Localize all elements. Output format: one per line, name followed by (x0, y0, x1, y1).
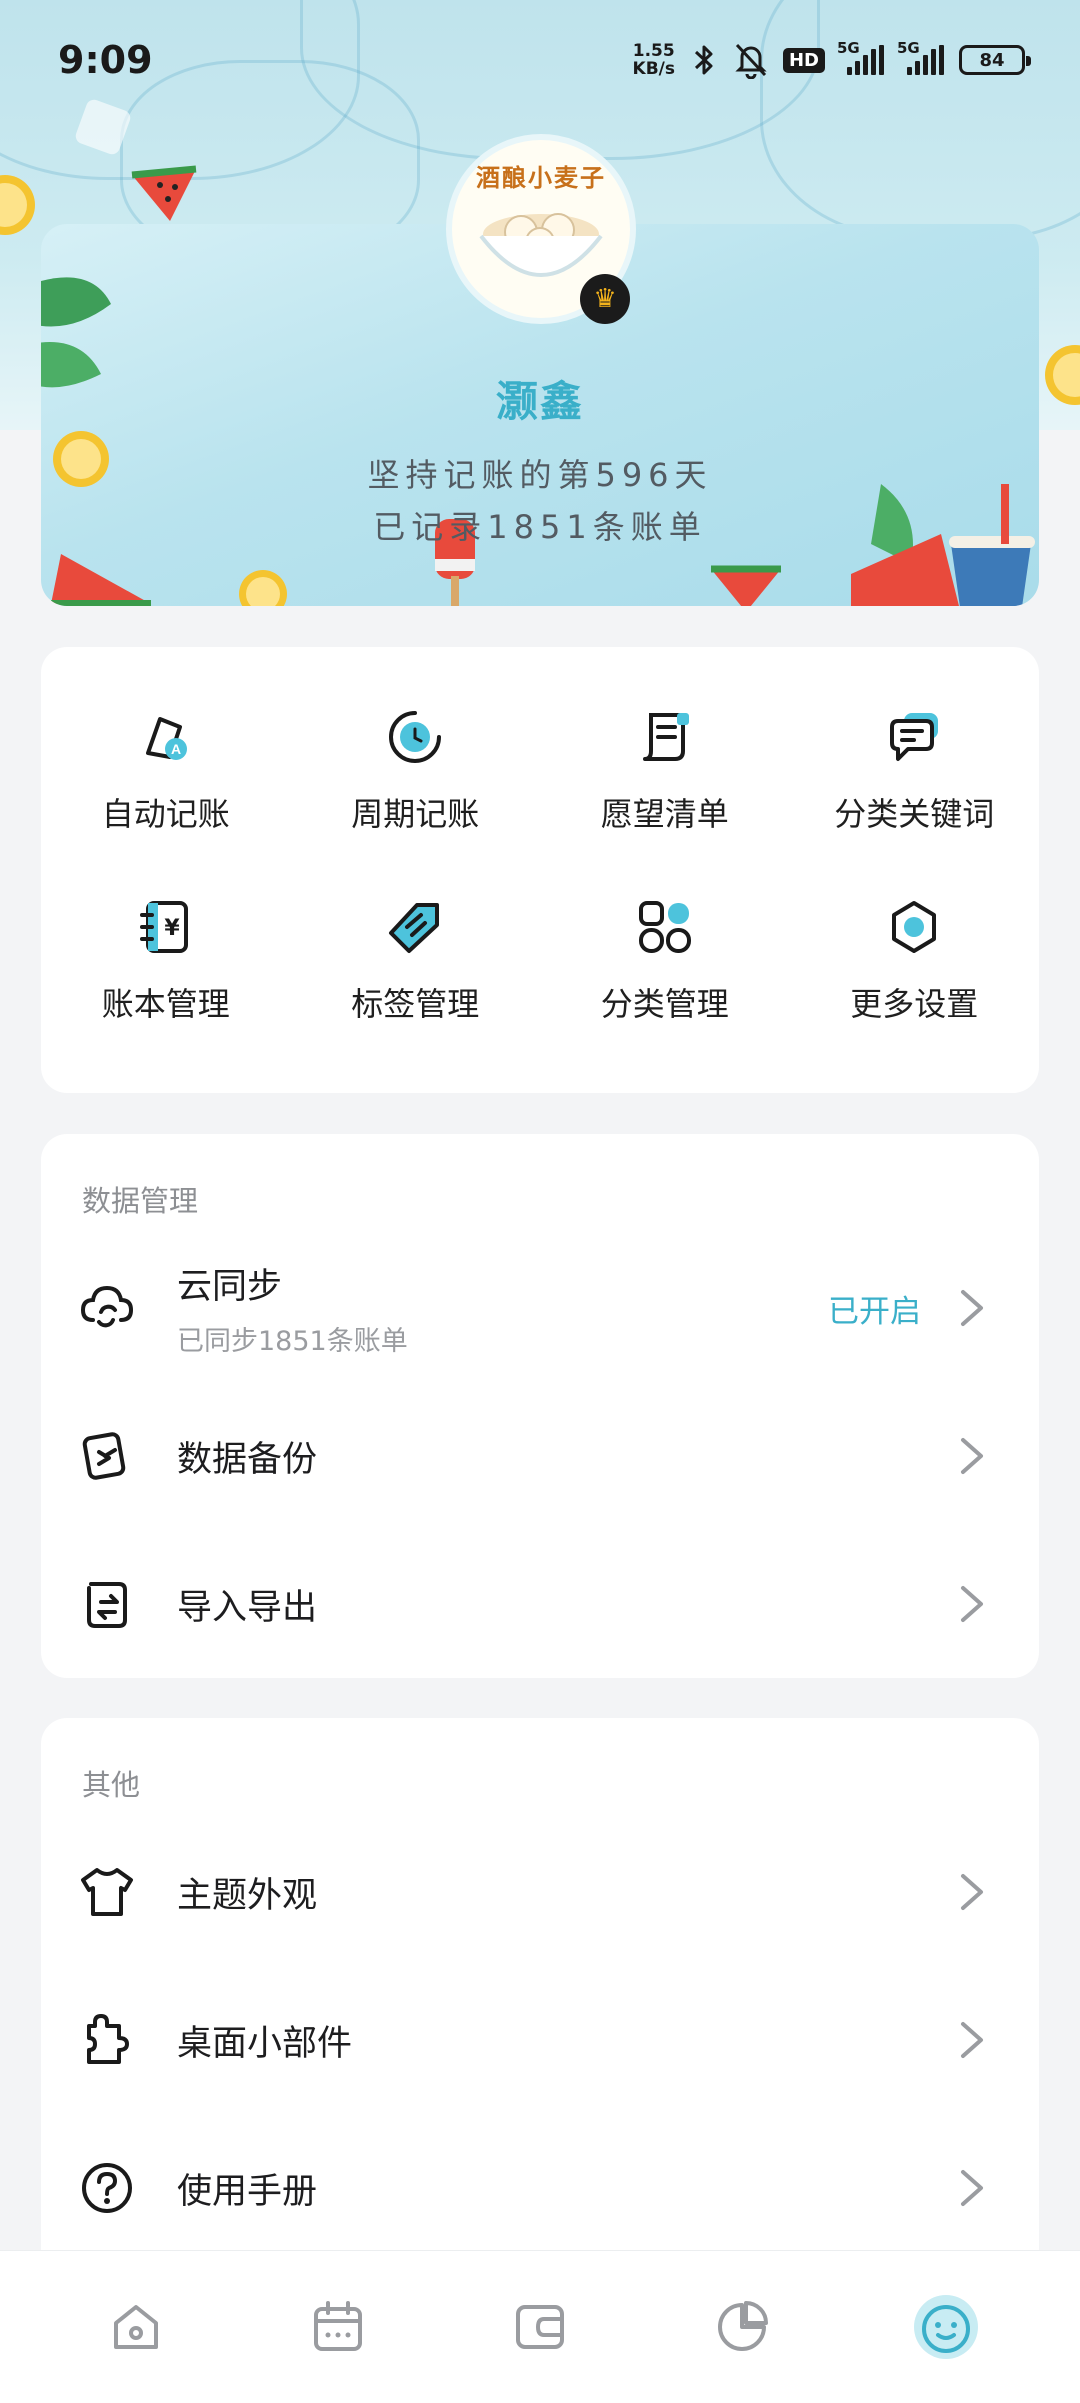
settings-icon (884, 897, 944, 957)
list-item-widget[interactable]: 桌面小部件 (41, 1966, 1039, 2114)
auto-record-icon: A (136, 707, 196, 767)
chevron-right-icon (961, 1438, 983, 1474)
cloud-sync-status: 已开启 (828, 1293, 921, 1330)
cloud-sync-title: 云同步 (177, 1267, 283, 1307)
pie-chart-icon (718, 2301, 768, 2351)
tag-icon (385, 897, 445, 957)
other-card: 其他 主题外观 桌面小部件 使用手册 (41, 1718, 1039, 2278)
svg-text:A: A (171, 741, 181, 757)
bluetooth-icon (694, 45, 713, 75)
crown-icon: ♛ (593, 284, 617, 314)
tshirt-icon (79, 1864, 135, 1920)
mute-bell-icon (735, 43, 767, 79)
backup-icon (79, 1428, 135, 1484)
nav-wallet[interactable] (500, 2287, 580, 2367)
hd-badge: HD (782, 47, 825, 73)
feature-grid: A 自动记账 周期记账 愿望清单 分类关键词 ¥ 账本管理 标签管理 分类管理 … (41, 707, 1039, 1025)
cloud-sync-subtitle: 已同步1851条账单 (177, 1326, 408, 1357)
periodic-record-icon (385, 707, 445, 767)
list-item-theme[interactable]: 主题外观 (41, 1818, 1039, 1966)
help-icon (79, 2160, 135, 2216)
chevron-right-icon (961, 1874, 983, 1910)
feature-tag-manage[interactable]: 标签管理 (291, 897, 541, 1025)
category-icon (635, 897, 695, 957)
lemon-decoration (239, 570, 287, 606)
signal-strength-icon: 5G (897, 39, 945, 75)
chevron-right-icon (961, 1290, 983, 1326)
calendar-icon (314, 2301, 362, 2351)
status-indicators: 1.55 KB/s HD 5G 5G 84 (632, 39, 1031, 79)
records-count-text: 已记录1851条账单 (373, 508, 707, 546)
nav-statistics[interactable] (702, 2287, 782, 2367)
watermelon-decoration (711, 565, 781, 606)
data-backup-title: 数据备份 (177, 1439, 318, 1480)
list-item-data-backup[interactable]: 数据备份 (41, 1382, 1039, 1530)
import-export-icon (79, 1576, 135, 1632)
feature-auto-record[interactable]: A 自动记账 (41, 707, 291, 835)
network-speed: 1.55 KB/s (632, 41, 675, 79)
import-export-title: 导入导出 (177, 1587, 318, 1628)
ledger-icon: ¥ (136, 897, 196, 957)
svg-text:¥: ¥ (164, 916, 180, 941)
nav-profile[interactable] (904, 2287, 984, 2367)
wallet-icon (516, 2305, 564, 2349)
list-item-import-export[interactable]: 导入导出 (41, 1530, 1039, 1678)
battery-indicator: 84 (959, 45, 1031, 75)
feature-grid-card: A 自动记账 周期记账 愿望清单 分类关键词 ¥ 账本管理 标签管理 分类管理 … (41, 647, 1039, 1093)
feature-more-settings[interactable]: 更多设置 (790, 897, 1040, 1025)
wishlist-icon (635, 707, 695, 767)
chevron-right-icon (961, 2170, 983, 2206)
list-item-manual[interactable]: 使用手册 (41, 2114, 1039, 2262)
days-recorded-text: 坚持记账的第596天 (367, 456, 713, 494)
feature-ledger-manage[interactable]: ¥ 账本管理 (41, 897, 291, 1025)
chevron-right-icon (961, 2022, 983, 2058)
status-bar: 9:09 1.55 KB/s HD 5G 5G 84 (0, 0, 1080, 120)
avatar-text: 酒酿小麦子 (476, 164, 606, 192)
username: 灏鑫 (495, 377, 584, 426)
feature-periodic-record[interactable]: 周期记账 (291, 707, 541, 835)
list-item-cloud-sync[interactable]: 云同步 已同步1851条账单 已开启 (41, 1234, 1039, 1382)
chevron-right-icon (961, 1586, 983, 1622)
feature-category-keyword[interactable]: 分类关键词 (790, 707, 1040, 835)
category-keyword-icon (884, 707, 944, 767)
bottom-nav (0, 2250, 1080, 2403)
widget-title: 桌面小部件 (177, 2023, 353, 2064)
feature-wishlist[interactable]: 愿望清单 (540, 707, 790, 835)
signal-strength-icon: 5G (837, 39, 885, 75)
cloud-sync-icon (79, 1280, 135, 1336)
nav-home[interactable] (96, 2287, 176, 2367)
feature-category-manage[interactable]: 分类管理 (540, 897, 790, 1025)
nav-calendar[interactable] (298, 2287, 378, 2367)
section-title-data: 数据管理 (82, 1184, 199, 1218)
theme-title: 主题外观 (177, 1875, 318, 1916)
widget-icon (79, 2012, 135, 2068)
status-time: 9:09 (58, 38, 153, 82)
home-icon (114, 2305, 158, 2349)
manual-title: 使用手册 (177, 2171, 318, 2212)
data-management-card: 数据管理 云同步 已同步1851条账单 已开启 数据备份 导入导出 (41, 1134, 1039, 1678)
vip-crown-badge: ♛ (580, 274, 630, 324)
profile-face-icon (922, 2305, 970, 2353)
section-title-other: 其他 (82, 1768, 141, 1802)
